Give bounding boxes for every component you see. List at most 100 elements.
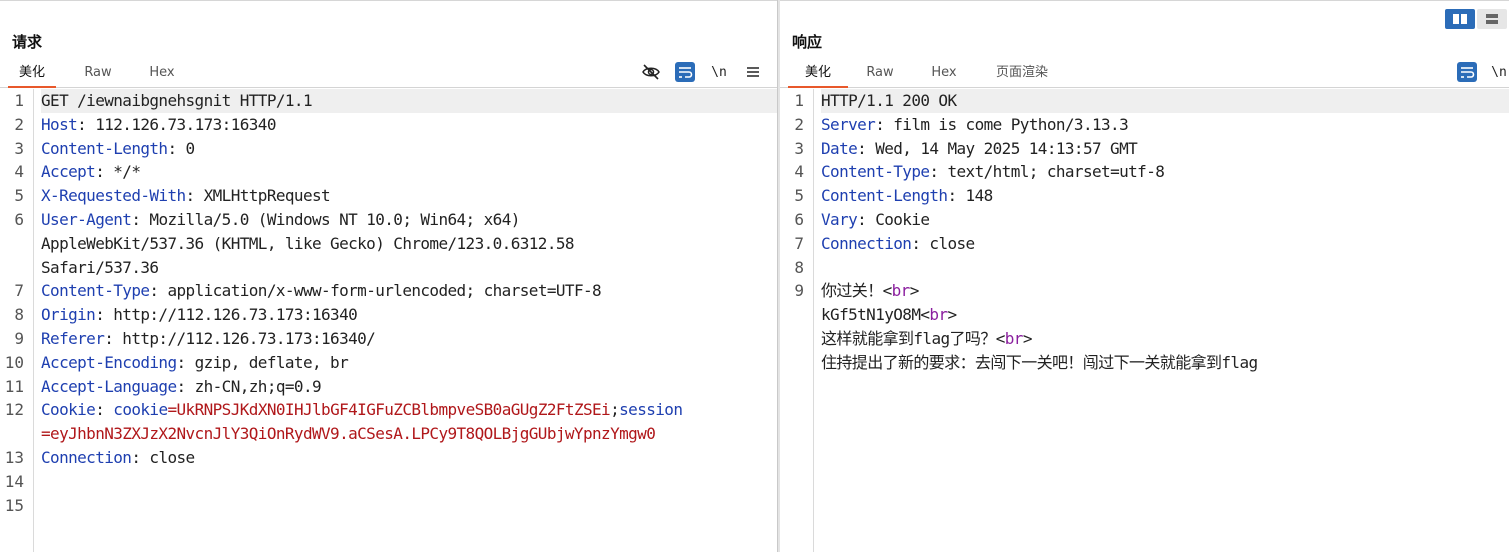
line-number: 13 <box>4 447 24 467</box>
code-line: 13 Connection: close <box>5 446 778 470</box>
token-key: X-Requested-With <box>41 186 186 206</box>
line-number: 3 <box>794 138 804 158</box>
token-value: : http://112.126.73.173:16340/ <box>104 328 376 348</box>
token-tag: br <box>929 305 948 325</box>
show-newlines-toggle[interactable]: \n <box>1488 61 1509 83</box>
response-code[interactable]: 1 HTTP/1.1 200 OK 2 Server: film is come Py… <box>794 89 1509 552</box>
line-text: Connection: close <box>41 446 778 470</box>
request-code[interactable]: 1 GET /iewnaibgnehsgnit HTTP/1.1 2 Host: 11… <box>5 89 778 552</box>
line-number: 15 <box>4 495 24 515</box>
code-line: AppleWebKit/537.36 (KHTML, like Gecko) C… <box>34 232 778 256</box>
word-wrap-icon[interactable] <box>1456 61 1478 83</box>
response-pane: 响应 美化 Raw Hex 页面渲染 \n 1 HTTP/1.1 200 OK 2 S… <box>780 0 1509 552</box>
line-number: 10 <box>4 352 24 372</box>
line-number: 6 <box>14 209 24 229</box>
response-tab-render[interactable]: 页面渲染 <box>986 61 1058 86</box>
menu-icon[interactable] <box>742 61 764 83</box>
code-line: Safari/537.36 <box>34 256 778 280</box>
code-line: 12 Cookie: cookie=UkRNPSJKdXN0IHJlbGF4IGF… <box>5 398 778 422</box>
token-value: : close <box>131 447 195 467</box>
stacked-layout-icon[interactable] <box>1477 9 1507 29</box>
response-editor[interactable]: 1 HTTP/1.1 200 OK 2 Server: film is come Py… <box>780 89 1509 552</box>
token-value: : 148 <box>947 186 993 206</box>
token-key: Date <box>821 138 858 158</box>
code-line: =eyJhbnN3ZXJzX2NvcnJlY3QiOnRydWV9.aCSesA… <box>34 422 778 446</box>
line-number: 1 <box>794 91 804 110</box>
token-key: Content-Length <box>41 138 168 158</box>
token-value: : Wed, 14 May 2025 14:13:57 GMT <box>857 138 1138 158</box>
code-line: 2 Host: 112.126.73.173:16340 <box>14 113 778 137</box>
token-key: Vary <box>821 209 858 229</box>
token-value: : text/html; charset=utf-8 <box>929 162 1165 182</box>
code-line: 1 HTTP/1.1 200 OK <box>794 89 1509 113</box>
token-value: : <box>95 400 114 420</box>
token-key: Accept-Encoding <box>41 352 177 372</box>
request-editor[interactable]: 1 GET /iewnaibgnehsgnit HTTP/1.1 2 Host: 11… <box>0 89 778 552</box>
token-value: GET /iewnaibgnehsgnit HTTP/1.1 <box>41 91 313 110</box>
side-by-side-layout-icon[interactable] <box>1445 9 1475 29</box>
line-text: User-Agent: Mozilla/5.0 (Windows NT 10.0… <box>41 208 778 232</box>
code-line: 10 Accept-Encoding: gzip, deflate, br <box>5 351 778 375</box>
token-value: AppleWebKit/537.36 (KHTML, like Gecko) C… <box>41 233 575 253</box>
line-text: 住持提出了新的要求：去闯下一关吧！闯过下一关就能拿到flag <box>821 351 1509 375</box>
token-value: > <box>947 305 957 325</box>
token-key: User-Agent <box>41 209 132 229</box>
token-value: : Cookie <box>857 209 930 229</box>
token-value: =UkRNPSJKdXN0IHJlbGF4IGFuZCBlbmpveSB0aGU… <box>167 400 611 420</box>
line-text: AppleWebKit/537.36 (KHTML, like Gecko) C… <box>41 232 778 256</box>
request-tab-hex[interactable]: Hex <box>138 61 186 86</box>
line-text: Origin: http://112.126.73.173:16340 <box>41 303 778 327</box>
response-tab-hex[interactable]: Hex <box>920 61 968 86</box>
code-line: 3 Date: Wed, 14 May 2025 14:13:57 GMT <box>794 137 1509 161</box>
token-value: : 0 <box>167 138 195 158</box>
token-value: Safari/537.36 <box>41 257 159 277</box>
response-toolbar: \n <box>1448 61 1508 83</box>
code-line: 6 Vary: Cookie <box>794 208 1509 232</box>
word-wrap-icon[interactable] <box>674 61 696 83</box>
line-number: 2 <box>14 114 24 134</box>
hide-eye-icon[interactable] <box>640 61 662 83</box>
line-number: 4 <box>794 162 804 182</box>
response-tab-raw[interactable]: Raw <box>856 61 904 86</box>
request-title: 请求 <box>12 33 43 51</box>
line-text: Content-Length: 0 <box>41 137 778 161</box>
token-key: Connection <box>41 447 132 467</box>
line-text: X-Requested-With: XMLHttpRequest <box>41 184 778 208</box>
line-text: Accept: */* <box>41 160 778 184</box>
line-number: 1 <box>14 91 24 110</box>
show-newlines-toggle[interactable]: \n <box>708 61 730 83</box>
token-key: Connection <box>821 233 912 253</box>
code-line: 8 Origin: http://112.126.73.173:16340 <box>14 303 778 327</box>
line-text: HTTP/1.1 200 OK <box>821 89 1509 113</box>
response-title: 响应 <box>792 33 823 51</box>
token-value: : application/x-www-form-urlencoded; cha… <box>149 281 602 301</box>
response-tab-pretty[interactable]: 美化 <box>788 61 848 88</box>
code-line: 1 GET /iewnaibgnehsgnit HTTP/1.1 <box>14 89 778 113</box>
line-text: kGf5tN1yO8M<br> <box>821 303 1509 327</box>
code-line: 5 X-Requested-With: XMLHttpRequest <box>14 184 778 208</box>
token-value: =eyJhbnN3ZXJzX2NvcnJlY3QiOnRydWV9.aCSesA… <box>41 424 656 444</box>
token-value: ; <box>610 400 620 420</box>
token-value: : XMLHttpRequest <box>185 186 331 206</box>
token-value: kGf5tN1yO8M< <box>821 305 930 325</box>
request-tab-pretty[interactable]: 美化 <box>8 61 56 88</box>
code-line: 7 Connection: close <box>794 232 1509 256</box>
request-tab-raw[interactable]: Raw <box>74 61 122 86</box>
code-line: 这样就能拿到flag了吗？<br> <box>814 327 1509 351</box>
token-key: cookie <box>113 400 168 420</box>
token-key: Accept <box>41 162 96 182</box>
code-line: 3 Content-Length: 0 <box>14 137 778 161</box>
line-number: 5 <box>794 186 804 206</box>
code-line: 15 <box>5 494 778 518</box>
code-line: 住持提出了新的要求：去闯下一关吧！闯过下一关就能拿到flag <box>814 351 1509 375</box>
code-line: 4 Accept: */* <box>14 160 778 184</box>
token-value: 住持提出了新的要求：去闯下一关吧！闯过下一关就能拿到flag <box>821 352 1258 372</box>
line-number: 11 <box>4 376 24 396</box>
line-number: 5 <box>14 186 24 206</box>
line-text: Content-Length: 148 <box>821 184 1509 208</box>
line-number: 4 <box>14 162 24 182</box>
code-line: 9 你过关！<br> <box>794 279 1509 303</box>
code-line: 4 Content-Type: text/html; charset=utf-8 <box>794 160 1509 184</box>
line-text: Safari/537.36 <box>41 256 778 280</box>
line-number: 14 <box>4 471 24 491</box>
